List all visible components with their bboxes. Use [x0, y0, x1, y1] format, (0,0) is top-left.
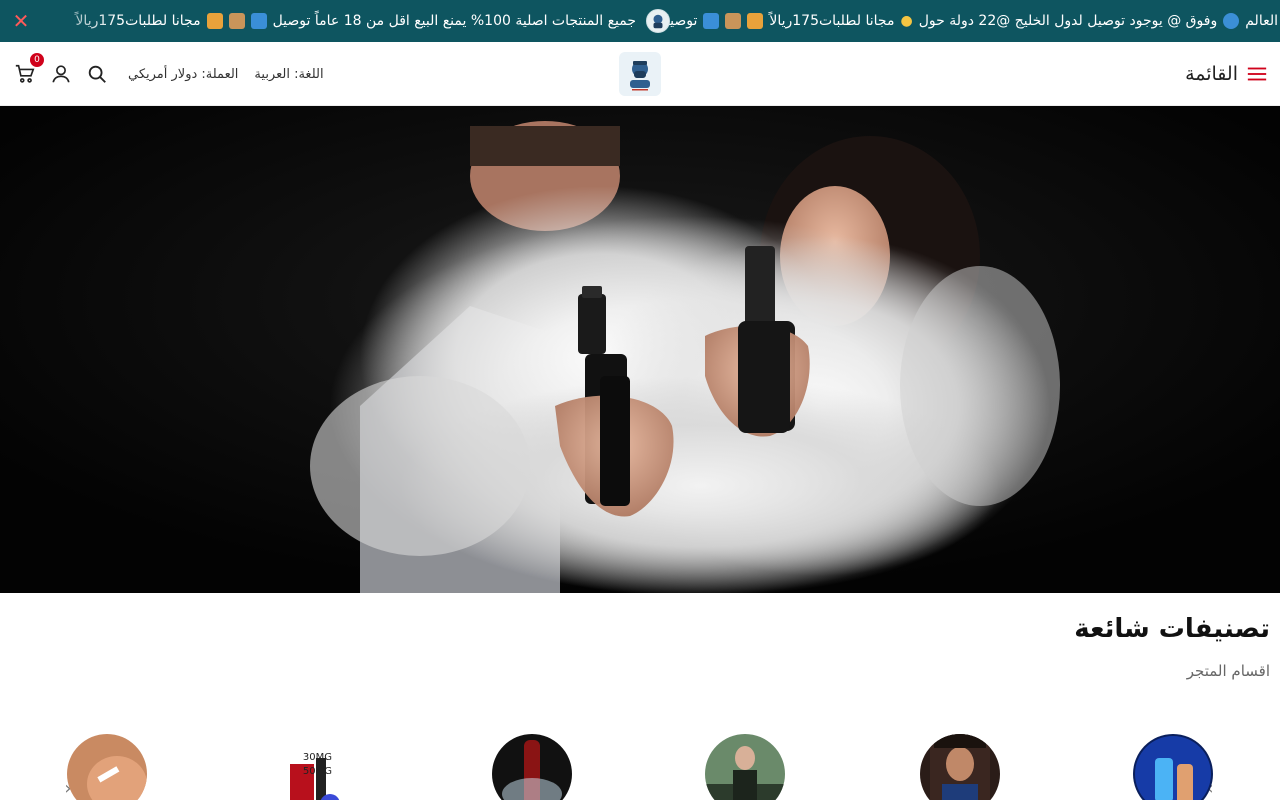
- logo-icon: [630, 61, 650, 91]
- category-thumb-3: [705, 734, 785, 800]
- thumb-label-50mg: 50MG: [303, 766, 332, 777]
- announcement-text-free: مجانا لطلبات175ريالاً: [769, 13, 895, 29]
- site-header: القائمة 0 العملة: دولار أمريكي اللغة: ال…: [0, 42, 1280, 106]
- category-item-1[interactable]: [1133, 734, 1213, 800]
- globe-icon: [1223, 13, 1240, 29]
- announcement-bar: العالم وفوق @ يوجود توصيل لدول الخليج @2…: [0, 0, 1280, 42]
- gift-icon-2: [206, 13, 223, 29]
- package-icon-2: [228, 13, 245, 29]
- categories-title: تصنيفات شائعة: [1074, 614, 1270, 644]
- cart-button[interactable]: 0: [12, 53, 44, 87]
- category-item-5[interactable]: 30MG 50MG: [280, 734, 360, 800]
- category-thumb-5: 30MG 50MG: [280, 734, 360, 800]
- package-icon: [725, 13, 742, 29]
- category-item-3[interactable]: [705, 734, 785, 800]
- truck-icon: [703, 13, 720, 29]
- announcement-ticker: العالم وفوق @ يوجود توصيل لدول الخليج @2…: [654, 0, 1280, 42]
- menu-icon: [1247, 67, 1267, 81]
- language-switcher[interactable]: اللغة: العربية: [254, 67, 323, 82]
- announcement-text-authentic: جميع المنتجات اصلية 100% يمنع البيع اقل …: [272, 13, 636, 29]
- category-thumb-4: [492, 734, 572, 800]
- menu-button[interactable]: القائمة: [1185, 58, 1268, 90]
- site-logo[interactable]: [619, 52, 661, 96]
- search-icon: [88, 65, 106, 83]
- category-thumb-6: [67, 734, 147, 800]
- truck-icon-2: [250, 13, 267, 29]
- hero-banner[interactable]: [0, 106, 1280, 593]
- search-button[interactable]: [84, 61, 110, 87]
- gift-icon: [747, 13, 764, 29]
- cart-icon: [15, 64, 35, 83]
- categories-carousel: › ‹: [0, 722, 1280, 800]
- announcement-text-gulf: وفوق @ يوجود توصيل لدول الخليج @22 دولة …: [918, 13, 1218, 29]
- header-utilities: 0 العملة: دولار أمريكي اللغة: العربية: [12, 53, 324, 88]
- category-item-2[interactable]: [920, 734, 1000, 800]
- thumb-label-30mg: 30MG: [303, 752, 332, 763]
- user-icon: [52, 65, 70, 83]
- store-logo-chip-icon: [646, 9, 670, 33]
- hero-smoke-photo: [0, 106, 1280, 593]
- category-thumb-1: [1133, 734, 1213, 800]
- currency-switcher[interactable]: العملة: دولار أمريكي: [128, 67, 238, 82]
- cart-count-badge: 0: [30, 53, 44, 67]
- category-thumb-2: [920, 734, 1000, 800]
- category-item-4[interactable]: [492, 734, 572, 800]
- account-button[interactable]: [48, 61, 74, 87]
- categories-subtitle: اقسام المتجر: [1186, 662, 1270, 680]
- money-bag-icon: ●: [900, 13, 913, 29]
- announcement-text-free-2: مجانا لطلبات175ريالاً: [75, 13, 201, 29]
- close-icon[interactable]: ✕: [8, 8, 34, 34]
- category-item-6[interactable]: [67, 734, 147, 800]
- announcement-ticker-2: جميع المنتجات اصلية 100% يمنع البيع اقل …: [69, 0, 680, 42]
- announcement-text-world: العالم: [1245, 13, 1278, 29]
- menu-label: القائمة: [1185, 63, 1238, 85]
